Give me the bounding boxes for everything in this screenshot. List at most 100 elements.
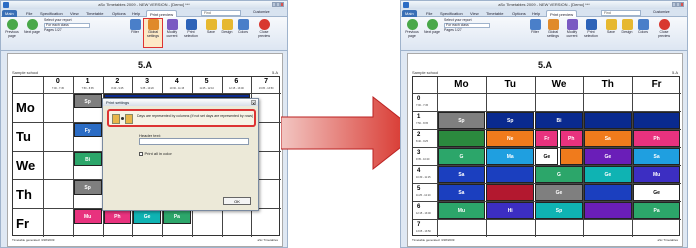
- filter-button[interactable]: Filter: [126, 19, 144, 47]
- tab-timetable[interactable]: Timetable: [83, 10, 106, 17]
- next-page-button[interactable]: Next page: [423, 19, 441, 47]
- find-box[interactable]: Find: [601, 10, 641, 16]
- print-color-checkbox[interactable]: Print all in color: [139, 151, 172, 156]
- day-header: Mo: [454, 79, 469, 90]
- close-preview-button[interactable]: Close preview: [655, 19, 673, 47]
- tab-file[interactable]: File: [423, 10, 435, 17]
- menu-tabs: Main File Specification View Timetable O…: [1, 9, 287, 17]
- lesson-cell: [559, 147, 583, 165]
- period-header: 2: [115, 78, 120, 85]
- tab-print-preview[interactable]: Print preview: [146, 10, 178, 17]
- grid-line: [43, 77, 44, 237]
- global-settings-button[interactable]: Global settings: [143, 18, 163, 48]
- print-icon: [585, 19, 597, 30]
- period-time: 10:30 - 11:15: [416, 176, 431, 179]
- colors-button[interactable]: Colors: [234, 19, 252, 47]
- print-settings-dialog: Print settings ✕ Days are represented by…: [102, 98, 259, 211]
- save-icon: [605, 19, 617, 30]
- forward-arrow-icon: [26, 19, 38, 30]
- tab-help[interactable]: Help: [529, 10, 543, 17]
- period-label: 2: [417, 132, 421, 138]
- tab-main[interactable]: Main: [2, 10, 17, 17]
- save-icon: [205, 19, 217, 30]
- lesson-cell: Sa: [437, 183, 486, 201]
- report-selector[interactable]: Select your report For each class Pages 1/…: [44, 18, 90, 33]
- modify-current-button[interactable]: Modify current: [563, 19, 581, 47]
- period-label: 6: [417, 204, 421, 210]
- day-header: Fr: [651, 79, 662, 90]
- tab-timetable[interactable]: Timetable: [483, 10, 506, 17]
- lesson-cell: Ne: [486, 129, 535, 147]
- school-name: Sample school: [412, 70, 439, 75]
- customize-menu[interactable]: Customize: [253, 10, 270, 14]
- tab-options[interactable]: Options: [109, 10, 129, 17]
- ok-button[interactable]: OK: [223, 197, 251, 205]
- lesson-cell: [583, 183, 632, 201]
- print-selection-button[interactable]: Print selection: [582, 19, 600, 47]
- class-label-right: 5.A: [271, 70, 278, 75]
- lesson-cell: Sp: [437, 111, 486, 129]
- lesson-cell: [583, 201, 632, 219]
- customize-menu[interactable]: Customize: [653, 10, 670, 14]
- window-controls[interactable]: [671, 2, 685, 8]
- class-title: 5.A: [137, 60, 152, 70]
- period-time: 7:50 - 8:35: [81, 87, 94, 90]
- next-page-button[interactable]: Next page: [23, 19, 41, 47]
- design-icon: [221, 19, 233, 30]
- close-icon[interactable]: [680, 2, 684, 7]
- tab-file[interactable]: File: [23, 10, 35, 17]
- close-icon[interactable]: [280, 2, 284, 7]
- day-label: Fr: [16, 215, 29, 231]
- close-preview-button[interactable]: Close preview: [255, 19, 273, 47]
- lesson-cell: Bi: [73, 151, 102, 166]
- radio-selected[interactable]: [121, 117, 124, 120]
- period-time: 9:35 - 10:20: [416, 158, 430, 161]
- period-label: 3: [417, 150, 421, 156]
- footer-brand: aSc Timetables: [257, 238, 278, 242]
- window-controls[interactable]: [271, 2, 285, 8]
- lesson-cell: Mu: [73, 209, 102, 224]
- report-dropdown[interactable]: For each class: [44, 23, 90, 28]
- global-settings-button[interactable]: Global settings: [544, 19, 562, 47]
- tab-specification[interactable]: Specification: [437, 10, 466, 17]
- period-header: 7: [264, 78, 269, 85]
- colors-icon: [637, 19, 649, 30]
- tab-view[interactable]: View: [67, 10, 82, 17]
- checkbox-box[interactable]: [139, 152, 143, 156]
- lesson-cell: Fy: [73, 122, 102, 138]
- find-box[interactable]: Find: [201, 10, 241, 16]
- print-selection-button[interactable]: Print selection: [182, 19, 200, 47]
- colors-button[interactable]: Colors: [634, 19, 652, 47]
- header-text-input[interactable]: [139, 138, 249, 145]
- option-text: Days are represented by columns (If not …: [137, 114, 254, 118]
- tab-options[interactable]: Options: [509, 10, 529, 17]
- school-name: Sample school: [12, 70, 39, 75]
- period-label: 1: [417, 114, 421, 120]
- tab-print-preview[interactable]: Print preview: [546, 10, 578, 17]
- day-header: Th: [601, 79, 614, 90]
- tab-main[interactable]: Main: [402, 10, 417, 17]
- title-bar: aSc Timetables 2009 - NEW VERSION - [Dem…: [401, 1, 687, 9]
- grid-line: [413, 93, 681, 94]
- modify-current-button[interactable]: Modify current: [163, 19, 181, 47]
- dialog-close-icon[interactable]: ✕: [251, 100, 256, 106]
- class-title: 5.A: [537, 60, 552, 70]
- day-header: We: [551, 79, 567, 90]
- window-title: aSc Timetables 2009 - NEW VERSION - [Dem…: [98, 2, 190, 7]
- tab-view[interactable]: View: [467, 10, 482, 17]
- tab-specification[interactable]: Specification: [37, 10, 66, 17]
- lesson-cell: Pa: [632, 201, 681, 219]
- report-dropdown[interactable]: For each class: [444, 23, 490, 28]
- report-selector[interactable]: Select your report For each class Pages 1/…: [444, 18, 490, 33]
- forward-arrow-icon: [426, 19, 438, 30]
- period-time: 7:00 - 7:45: [51, 87, 64, 90]
- period-time: 8:40 - 9:25: [111, 87, 124, 90]
- days-as-columns-option[interactable]: Days are represented by columns (If not …: [107, 109, 256, 127]
- previous-page-button[interactable]: Previous page: [3, 19, 21, 47]
- previous-page-button[interactable]: Previous page: [403, 19, 421, 47]
- tab-help[interactable]: Help: [129, 10, 143, 17]
- close-preview-icon: [658, 19, 670, 30]
- modify-icon: [566, 19, 578, 30]
- filter-button[interactable]: Filter: [526, 19, 544, 47]
- period-label: 0: [417, 96, 421, 102]
